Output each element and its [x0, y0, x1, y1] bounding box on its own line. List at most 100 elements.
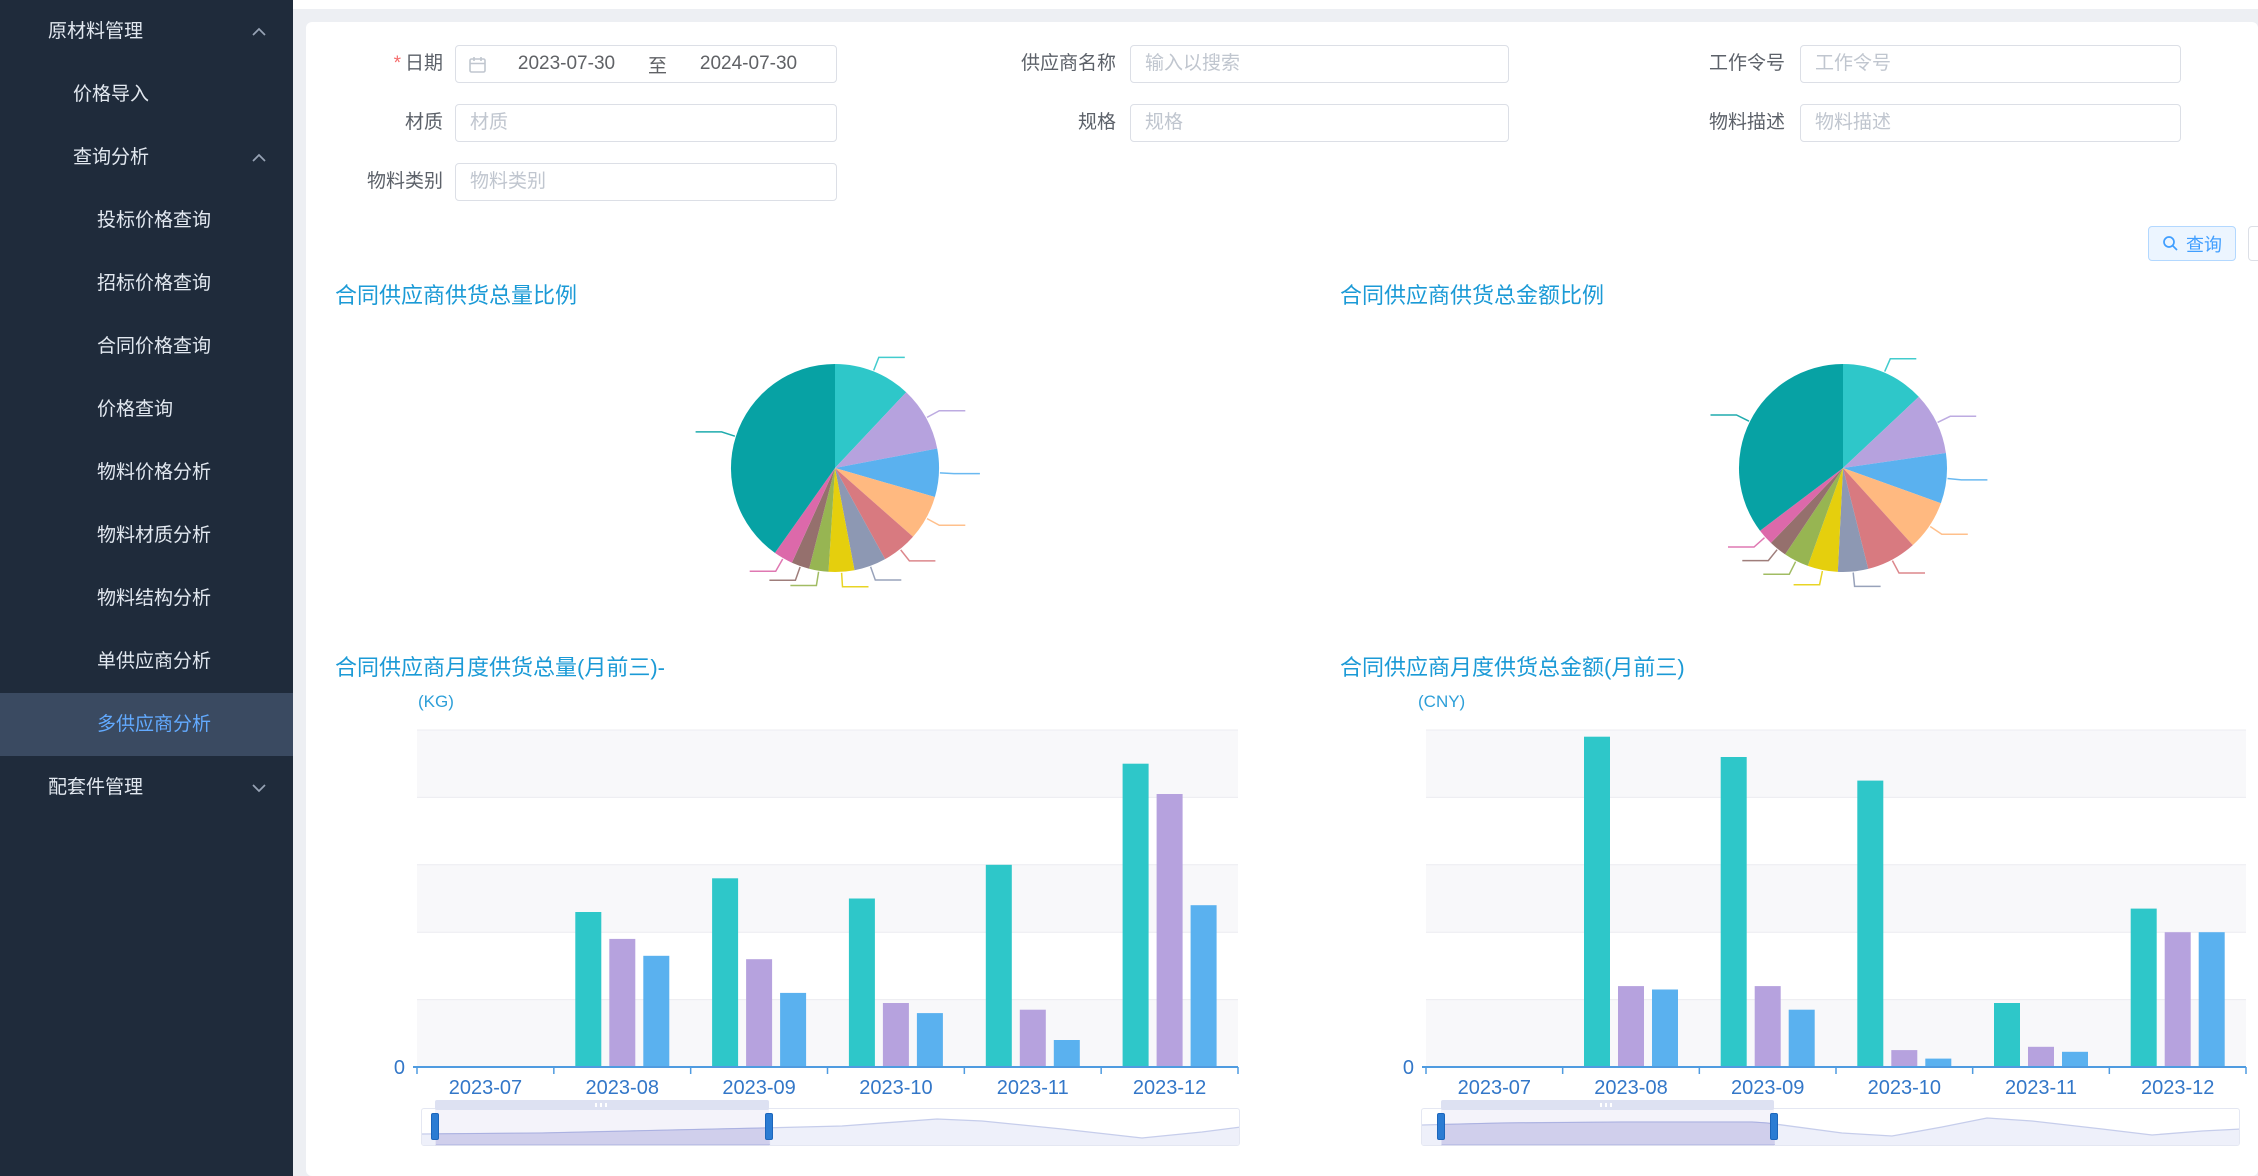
pie-label-leader-line — [842, 573, 869, 587]
bar-chart-monthly-volume[interactable]: 2023-072023-082023-092023-102023-112023-… — [380, 700, 1270, 1100]
bar-2023-09-s2 — [780, 993, 806, 1067]
pie-chart-supply-amount[interactable] — [1653, 330, 2033, 610]
material-desc-label: 物料描述 — [1635, 104, 1785, 142]
bar-2023-09-s1 — [1755, 986, 1781, 1067]
bar-2023-11-s1 — [1020, 1010, 1046, 1067]
spec-input[interactable] — [1131, 105, 1508, 141]
sidebar-item-5[interactable]: 合同价格查询 — [0, 315, 293, 378]
bar-2023-12-s2 — [2199, 932, 2225, 1067]
spec-label: 规格 — [966, 104, 1116, 142]
sidebar-item-8[interactable]: 物料材质分析 — [0, 504, 293, 567]
supplier-name-fieldbox — [1130, 45, 1509, 83]
bar-2023-12-s1 — [2165, 932, 2191, 1067]
multi-supplier-analysis-page: 原材料管理价格导入查询分析投标价格查询招标价格查询合同价格查询价格查询物料价格分… — [0, 0, 2258, 1176]
date-start-value[interactable]: 2023-07-30 — [491, 53, 642, 75]
datazoom-selected-range[interactable] — [435, 1108, 769, 1146]
datazoom-right-handle[interactable] — [765, 1113, 773, 1140]
sidebar-item-label: 物料材质分析 — [97, 525, 211, 546]
pie-chart-supply-volume[interactable] — [645, 330, 1025, 610]
x-axis-label: 2023-08 — [1594, 1077, 1667, 1099]
pie-label-leader-line — [927, 519, 965, 526]
pie-label-leader-line — [1742, 550, 1777, 561]
bar-2023-08-s0 — [1584, 737, 1610, 1067]
spec-fieldbox — [1130, 104, 1509, 142]
datazoom-left-handle[interactable] — [1437, 1113, 1445, 1140]
sidebar-item-6[interactable]: 价格查询 — [0, 378, 293, 441]
pie-label-leader-line — [1794, 571, 1823, 585]
pie-label-leader-line — [901, 550, 936, 561]
sidebar-item-2[interactable]: 查询分析 — [0, 126, 293, 189]
x-axis-label: 2023-10 — [1868, 1077, 1941, 1099]
material-category-fieldbox — [455, 163, 837, 201]
sidebar-item-7[interactable]: 物料价格分析 — [0, 441, 293, 504]
datazoom-right-handle[interactable] — [1770, 1113, 1778, 1140]
supplier-name-input[interactable] — [1131, 46, 1508, 82]
bar-2023-09-s1 — [746, 959, 772, 1067]
datazoom-left-handle[interactable] — [431, 1113, 439, 1140]
material-input[interactable] — [456, 105, 836, 141]
sidebar-item-label: 单供应商分析 — [97, 651, 211, 672]
x-axis-label: 2023-07 — [1458, 1077, 1531, 1099]
bar-2023-10-s1 — [1891, 1050, 1917, 1067]
date-label: *日期 — [346, 45, 443, 83]
bar-chart-monthly-amount[interactable]: 2023-072023-082023-092023-102023-112023-… — [1385, 700, 2258, 1100]
content-area: *日期 2023-07-30 至 2024-07-30 供应商名称 工作令号 — [293, 0, 2258, 1176]
sidebar-item-4[interactable]: 招标价格查询 — [0, 252, 293, 315]
date-end-value[interactable]: 2024-07-30 — [673, 53, 824, 75]
material-desc-input[interactable] — [1801, 105, 2180, 141]
pie-label-leader-line — [871, 567, 902, 580]
y-axis-zero-label: 0 — [394, 1057, 405, 1079]
material-desc-fieldbox — [1800, 104, 2181, 142]
datazoom-slider-volume[interactable] — [421, 1100, 1240, 1148]
bar-2023-11-s2 — [2062, 1052, 2088, 1067]
calendar-icon — [468, 55, 487, 74]
x-axis-label: 2023-11 — [997, 1077, 1069, 1099]
pie-label-leader-line — [1938, 416, 1977, 422]
work-order-input[interactable] — [1801, 46, 2180, 82]
work-order-label: 工作令号 — [1635, 45, 1785, 83]
partially-visible-button[interactable] — [2248, 226, 2258, 261]
sidebar-item-12[interactable]: 配套件管理 — [0, 756, 293, 819]
bar-2023-08-s1 — [609, 939, 635, 1067]
datazoom-selected-range[interactable] — [1441, 1108, 1774, 1146]
date-separator: 至 — [646, 51, 669, 78]
work-order-fieldbox — [1800, 45, 2181, 83]
datazoom-move-bar[interactable] — [1441, 1100, 1774, 1110]
sidebar-item-label: 合同价格查询 — [97, 336, 211, 357]
pie-label-leader-line — [1885, 359, 1917, 372]
sidebar-item-label: 招标价格查询 — [97, 273, 211, 294]
pie-label-leader-line — [1892, 561, 1925, 573]
material-category-input[interactable] — [456, 164, 836, 200]
sidebar-item-11[interactable]: 多供应商分析 — [0, 693, 293, 756]
pie-label-leader-line — [750, 559, 783, 571]
pie-label-leader-line — [1728, 538, 1765, 547]
x-axis-label: 2023-12 — [2141, 1077, 2214, 1099]
sidebar-item-1[interactable]: 价格导入 — [0, 63, 293, 126]
sidebar-item-9[interactable]: 物料结构分析 — [0, 567, 293, 630]
grid-band — [1426, 1000, 2246, 1067]
pie-label-leader-line — [1711, 415, 1750, 421]
bar-2023-12-s0 — [1123, 764, 1149, 1067]
sidebar-item-label: 价格查询 — [97, 399, 173, 420]
query-button[interactable]: 查询 — [2148, 226, 2236, 261]
datazoom-slider-amount[interactable] — [1421, 1100, 2240, 1148]
bar-2023-10-s0 — [849, 899, 875, 1068]
date-range-picker[interactable]: 2023-07-30 至 2024-07-30 — [455, 45, 837, 83]
sidebar-item-3[interactable]: 投标价格查询 — [0, 189, 293, 252]
x-axis-label: 2023-11 — [2005, 1077, 2077, 1099]
sidebar-item-label: 多供应商分析 — [97, 714, 211, 735]
sidebar-item-10[interactable]: 单供应商分析 — [0, 630, 293, 693]
bar-2023-11-s2 — [1054, 1040, 1080, 1067]
datazoom-move-bar[interactable] — [435, 1100, 769, 1110]
material-label: 材质 — [346, 104, 443, 142]
bar-2023-10-s2 — [1925, 1059, 1951, 1067]
bar-2023-08-s1 — [1618, 986, 1644, 1067]
sidebar-item-label: 价格导入 — [73, 84, 149, 105]
bar-2023-09-s2 — [1789, 1010, 1815, 1067]
grid-band — [1426, 865, 2246, 932]
bar-2023-12-s0 — [2131, 909, 2157, 1067]
grid-band — [417, 730, 1238, 797]
pie-label-leader-line — [927, 411, 965, 418]
pie-label-leader-line — [874, 357, 905, 370]
sidebar-item-0[interactable]: 原材料管理 — [0, 0, 293, 63]
